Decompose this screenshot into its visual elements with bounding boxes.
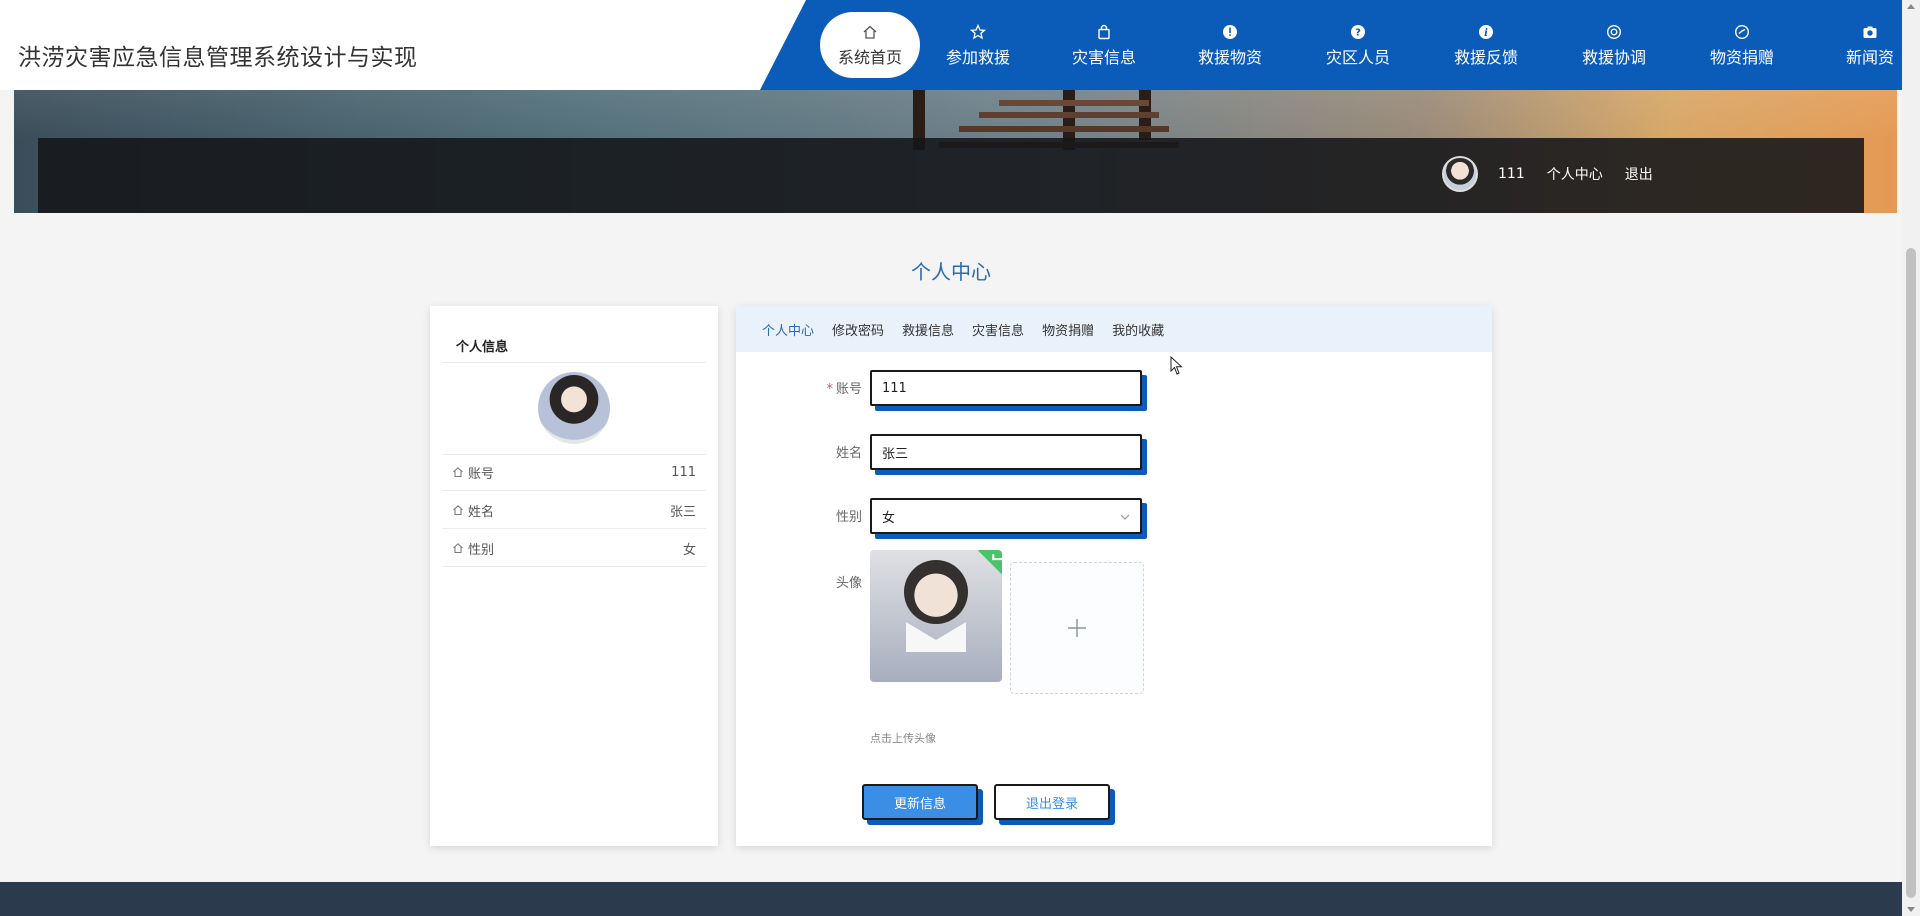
scrollbar-thumb[interactable] xyxy=(1906,248,1916,898)
nav-rescue-feedback[interactable]: i 救援反馈 xyxy=(1436,12,1536,78)
gender-selected-value: 女 xyxy=(882,510,896,526)
info-icon: i xyxy=(1479,25,1493,39)
svg-text:?: ? xyxy=(1355,28,1361,39)
scroll-down-icon[interactable] xyxy=(1907,907,1915,912)
profile-card: 个人信息 账号 111 姓名 张三 性别 女 xyxy=(430,306,718,846)
home-icon xyxy=(453,505,463,516)
profile-row-gender: 性别 女 xyxy=(452,530,696,566)
upload-tip: 点击上传头像 xyxy=(870,732,936,745)
nav-donations[interactable]: 物资捐赠 xyxy=(1692,12,1792,78)
nav-join-rescue[interactable]: 参加救援 xyxy=(928,12,1028,78)
hero-banner xyxy=(14,90,1897,213)
home-icon xyxy=(453,543,463,554)
star-icon xyxy=(970,24,986,40)
site-title: 洪涝灾害应急信息管理系统设计与实现 xyxy=(18,45,418,71)
profile-card-heading: 个人信息 xyxy=(456,340,509,355)
gender-label: 性别 xyxy=(835,510,862,525)
account-field-wrap xyxy=(870,370,1142,406)
camera-icon xyxy=(1863,26,1877,38)
logout-link[interactable]: 退出 xyxy=(1625,164,1653,184)
svg-text:i: i xyxy=(1484,28,1488,39)
plus-icon xyxy=(1068,619,1086,637)
nav-home[interactable]: 系统首页 xyxy=(820,12,920,78)
user-avatar[interactable] xyxy=(1442,156,1478,192)
bag-icon xyxy=(1098,24,1110,40)
page-title: 个人中心 xyxy=(911,260,991,284)
personal-center-link[interactable]: 个人中心 xyxy=(1547,164,1603,184)
nav-news[interactable]: 新闻资 xyxy=(1820,12,1902,78)
vertical-scrollbar[interactable] xyxy=(1902,0,1920,916)
account-input[interactable] xyxy=(882,380,1130,396)
home-icon xyxy=(863,25,877,39)
chevron-down-icon xyxy=(1120,514,1130,520)
profile-row-name: 姓名 张三 xyxy=(452,492,696,528)
tab-donations[interactable]: 物资捐赠 xyxy=(1042,320,1094,339)
logout-button[interactable]: 退出登录 xyxy=(994,784,1110,820)
alert-icon xyxy=(1223,25,1237,39)
profile-tabs: 个人中心 修改密码 救援信息 灾害信息 物资捐赠 我的收藏 xyxy=(736,306,1492,352)
profile-form-card: 个人中心 修改密码 救援信息 灾害信息 物资捐赠 我的收藏 *账号 姓名 性别 … xyxy=(736,306,1492,846)
avatar-label: 头像 xyxy=(835,576,862,591)
gender-select[interactable]: 女 xyxy=(870,498,1142,534)
tab-disaster-info[interactable]: 灾害信息 xyxy=(972,320,1024,339)
question-icon: ? xyxy=(1351,25,1365,39)
profile-value-gender: 女 xyxy=(682,542,696,558)
divider xyxy=(442,490,706,491)
profile-value-name: 张三 xyxy=(669,504,696,520)
upload-success-icon xyxy=(977,550,1002,576)
home-icon xyxy=(453,467,463,478)
user-bar: 111 个人中心 退出 xyxy=(1442,155,1675,193)
mouse-cursor-icon xyxy=(1170,356,1183,375)
update-info-button[interactable]: 更新信息 xyxy=(862,784,978,820)
avatar-upload-button[interactable] xyxy=(1010,562,1144,694)
name-input[interactable] xyxy=(882,444,1130,460)
lifebuoy-icon xyxy=(1606,24,1622,40)
page-footer xyxy=(0,882,1902,916)
required-mark: * xyxy=(826,382,833,397)
nav-rescue-coordination[interactable]: 救援协调 xyxy=(1564,12,1664,78)
nav-rescue-supplies[interactable]: 救援物资 xyxy=(1180,12,1280,78)
nav-disaster-info[interactable]: 灾害信息 xyxy=(1054,12,1154,78)
divider xyxy=(442,362,706,363)
gauge-icon xyxy=(1734,24,1750,40)
profile-avatar xyxy=(538,372,610,444)
profile-row-account: 账号 111 xyxy=(452,454,696,490)
divider xyxy=(442,528,706,529)
name-label: 姓名 xyxy=(835,446,862,461)
top-header: 洪涝灾害应急信息管理系统设计与实现 系统首页 参加救援 灾害信息 救援物资 ? … xyxy=(0,0,1902,90)
uploaded-avatar-image[interactable] xyxy=(870,550,1002,682)
tab-favorites[interactable]: 我的收藏 xyxy=(1112,320,1164,339)
tab-change-password[interactable]: 修改密码 xyxy=(832,320,884,339)
name-field-wrap xyxy=(870,434,1142,470)
tab-rescue-info[interactable]: 救援信息 xyxy=(902,320,954,339)
main-nav: 系统首页 参加救援 灾害信息 救援物资 ? 灾区人员 i 救援反馈 救援协调 物… xyxy=(760,0,1902,90)
profile-value-account: 111 xyxy=(671,464,696,480)
nav-affected-people[interactable]: ? 灾区人员 xyxy=(1308,12,1408,78)
scroll-up-icon[interactable] xyxy=(1907,4,1915,9)
divider xyxy=(442,566,706,567)
username: 111 xyxy=(1498,166,1525,182)
tab-personal-center[interactable]: 个人中心 xyxy=(762,320,814,339)
account-label: * 账号 xyxy=(826,382,862,397)
